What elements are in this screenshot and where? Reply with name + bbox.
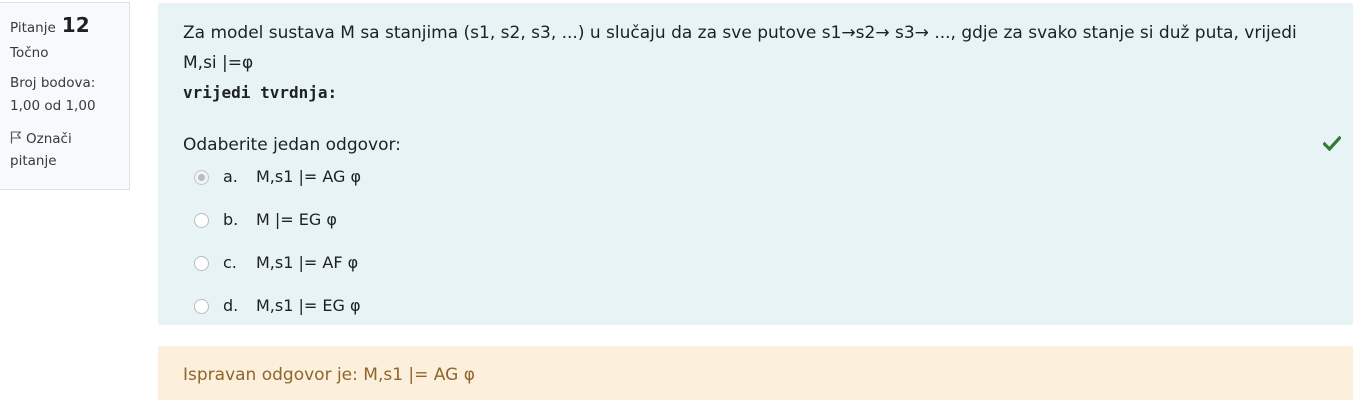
grade-label: Broj bodova: bbox=[10, 75, 96, 91]
question-info-panel: Pitanje 12 Točno Broj bodova: 1,00 od 1,… bbox=[0, 2, 130, 190]
question-state: Točno bbox=[10, 45, 49, 61]
question-text: Za model sustava M sa stanjima (s1, s2, … bbox=[183, 18, 1328, 108]
correct-answer-text: Ispravan odgovor je: M,s1 |= AG φ bbox=[183, 365, 475, 385]
answer-radio-c[interactable] bbox=[194, 256, 209, 271]
flag-icon bbox=[10, 131, 22, 144]
question-text-main: Za model sustava M sa stanjima (s1, s2, … bbox=[183, 23, 1297, 73]
answer-option-b[interactable]: b. M |= EG φ bbox=[183, 206, 1328, 249]
answer-option-a[interactable]: a. M,s1 |= AG φ bbox=[183, 163, 1328, 206]
question-number: 12 bbox=[61, 13, 90, 37]
answer-letter: c. bbox=[223, 253, 237, 272]
answer-text: M,s1 |= AF φ bbox=[256, 253, 359, 272]
answer-radio-d[interactable] bbox=[194, 299, 209, 314]
answer-text: M,s1 |= AG φ bbox=[256, 167, 362, 186]
check-icon bbox=[1323, 136, 1341, 151]
answer-letter: a. bbox=[223, 167, 238, 186]
grade-value: 1,00 od 1,00 bbox=[10, 98, 96, 114]
answer-prompt: Odaberite jedan odgovor: bbox=[183, 135, 401, 155]
answer-text: M |= EG φ bbox=[256, 210, 337, 229]
answer-list: a. M,s1 |= AG φ b. M |= EG φ c. M,s1 |= … bbox=[183, 163, 1328, 335]
flag-question-link[interactable]: Označi pitanje bbox=[10, 128, 119, 172]
answer-letter: d. bbox=[223, 296, 239, 315]
answer-option-d[interactable]: d. M,s1 |= EG φ bbox=[183, 292, 1328, 335]
question-formulation: Za model sustava M sa stanjima (s1, s2, … bbox=[158, 3, 1353, 325]
question-text-bold: vrijedi tvrdnja: bbox=[183, 83, 338, 102]
answer-radio-b[interactable] bbox=[194, 213, 209, 228]
answer-text: M,s1 |= EG φ bbox=[256, 296, 361, 315]
answer-radio-a[interactable] bbox=[194, 170, 209, 185]
answer-option-c[interactable]: c. M,s1 |= AF φ bbox=[183, 249, 1328, 292]
question-grade: Broj bodova: 1,00 od 1,00 bbox=[10, 72, 119, 118]
question-number-line: Pitanje 12 bbox=[10, 13, 119, 37]
question-label: Pitanje bbox=[10, 20, 56, 36]
answer-letter: b. bbox=[223, 210, 239, 229]
outcome-feedback: Ispravan odgovor je: M,s1 |= AG φ bbox=[158, 346, 1353, 400]
